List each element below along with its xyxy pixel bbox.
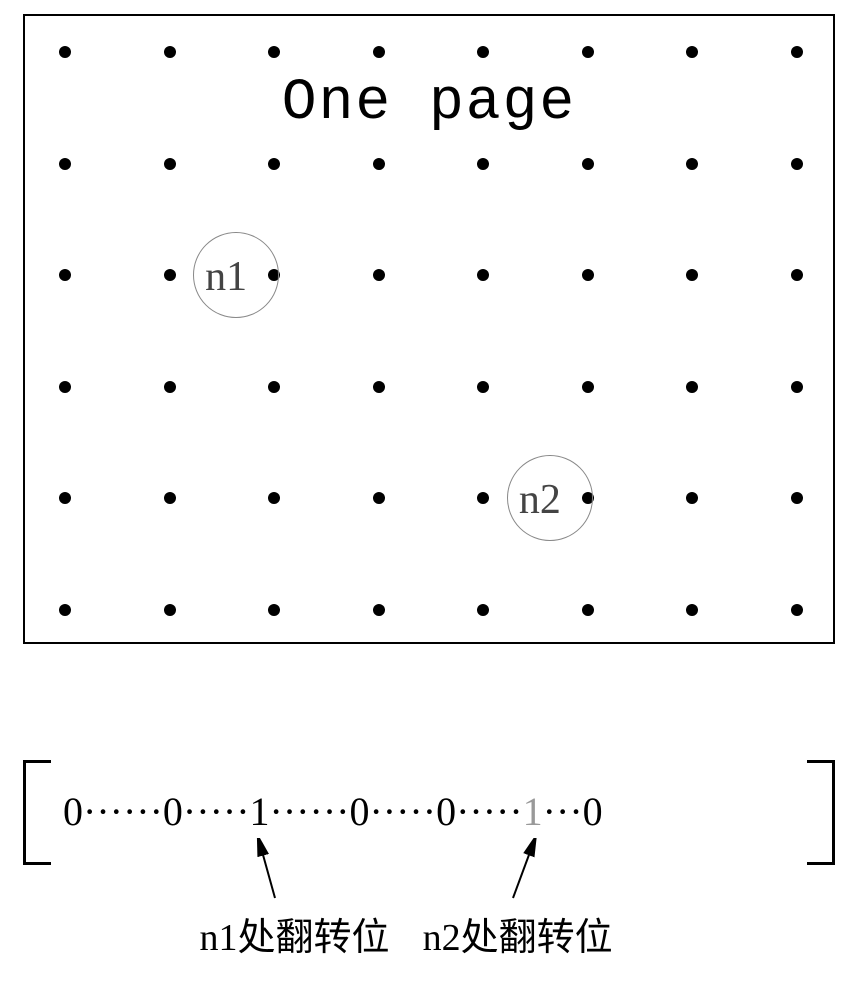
- bit-ellipsis: ·····: [369, 789, 436, 834]
- grid-dot: [582, 158, 594, 170]
- grid-dot: [373, 381, 385, 393]
- grid-dot: [59, 158, 71, 170]
- grid-dot: [164, 269, 176, 281]
- bitvector-area: 0······0·····1······0·····0·····1···0: [23, 760, 835, 880]
- grid-dot: [582, 381, 594, 393]
- grid-dot: [477, 46, 489, 58]
- grid-dot: [268, 381, 280, 393]
- bit-digit: 0: [63, 789, 83, 834]
- grid-dot: [582, 604, 594, 616]
- memory-page-box: One page n1 n2: [23, 14, 835, 644]
- grid-dot: [791, 492, 803, 504]
- grid-dot: [268, 492, 280, 504]
- grid-dot: [686, 46, 698, 58]
- grid-dot: [164, 381, 176, 393]
- bit-ellipsis: ···: [543, 789, 583, 834]
- bit-digit: 1: [523, 789, 543, 834]
- bitvector-sequence: 0······0·····1······0·····0·····1···0: [63, 788, 795, 835]
- grid-dot: [373, 492, 385, 504]
- grid-dot: [477, 604, 489, 616]
- bit-ellipsis: ·····: [456, 789, 523, 834]
- grid-dot: [582, 46, 594, 58]
- bracket-right: [807, 760, 835, 865]
- grid-dot: [164, 604, 176, 616]
- bit-digit: 0: [349, 789, 369, 834]
- grid-dot: [59, 381, 71, 393]
- grid-dot: [686, 381, 698, 393]
- grid-dot: [791, 46, 803, 58]
- bracket-left: [23, 760, 51, 865]
- grid-dot: [59, 492, 71, 504]
- grid-dot: [59, 269, 71, 281]
- grid-dot: [477, 492, 489, 504]
- grid-dot: [373, 269, 385, 281]
- grid-dot: [791, 269, 803, 281]
- flip-caption-n1: n1处翻转位: [200, 906, 390, 961]
- marker-label-n2: n2: [519, 476, 561, 524]
- grid-dot: [686, 604, 698, 616]
- marker-label-n1: n1: [205, 253, 247, 301]
- grid-dot: [373, 604, 385, 616]
- grid-dot: [164, 46, 176, 58]
- grid-dot: [268, 158, 280, 170]
- bit-ellipsis: ······: [270, 789, 350, 834]
- bit-digit: 0: [163, 789, 183, 834]
- bit-digit: 1: [250, 789, 270, 834]
- grid-dot: [791, 158, 803, 170]
- grid-dot: [373, 158, 385, 170]
- grid-dot: [686, 269, 698, 281]
- grid-dot: [582, 269, 594, 281]
- grid-dot: [686, 158, 698, 170]
- grid-dot: [164, 492, 176, 504]
- bit-digit: 0: [583, 789, 603, 834]
- grid-dot: [686, 492, 698, 504]
- grid-dot: [791, 381, 803, 393]
- grid-dot: [791, 604, 803, 616]
- arrow-n1: [220, 838, 300, 908]
- grid-dot: [59, 604, 71, 616]
- grid-dot: [268, 46, 280, 58]
- flip-caption-n2: n2处翻转位: [423, 906, 613, 961]
- arrow-n2: [493, 838, 573, 908]
- grid-dot: [477, 269, 489, 281]
- bit-digit: 0: [436, 789, 456, 834]
- grid-dot: [164, 158, 176, 170]
- bit-ellipsis: ·····: [183, 789, 250, 834]
- grid-dot: [268, 604, 280, 616]
- bit-ellipsis: ······: [83, 789, 163, 834]
- grid-dot: [477, 158, 489, 170]
- grid-dot: [373, 46, 385, 58]
- grid-dot: [59, 46, 71, 58]
- page-title: One page: [25, 71, 833, 136]
- grid-dot: [477, 381, 489, 393]
